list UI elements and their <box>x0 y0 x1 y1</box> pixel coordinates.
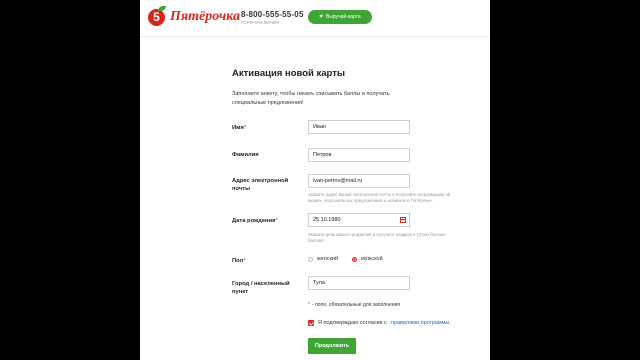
city-label: Город / населенный пункт <box>232 281 290 295</box>
gender-option-male[interactable]: мужской <box>352 256 383 262</box>
site-header: 5 Пятёрочка 8-800-555-55-05 ГОРЯЧАЯ ЛИНИ… <box>140 0 490 37</box>
radio-dot <box>308 256 313 262</box>
page-title: Активация новой карты <box>232 68 345 79</box>
agreement-checkbox[interactable] <box>308 320 314 326</box>
gender-option-female[interactable]: женский <box>308 256 338 262</box>
email-hint: Укажите адрес вашей электронной почты и … <box>308 192 451 203</box>
email-label: Адрес электронной почты <box>232 178 289 192</box>
hotline: 8-800-555-55-05 ГОРЯЧАЯ ЛИНИЯ <box>241 10 304 25</box>
birth-date-value: 25.10.1980 <box>313 217 341 223</box>
logo-letter: 5 <box>153 10 160 24</box>
birth-date-hint: Укажите день вашего рождения и получите … <box>308 232 446 243</box>
gender-option-label: женский <box>317 256 339 262</box>
gender-label-text: Пол <box>232 258 244 264</box>
last-name-input[interactable]: Петров <box>308 148 410 162</box>
calendar-icon[interactable] <box>400 217 406 223</box>
first-name-label: Имя* <box>232 124 307 132</box>
required-note: * - поля, обязательные для заполнения <box>308 302 400 308</box>
first-name-input[interactable]: Иван <box>308 120 410 134</box>
required-mark: * <box>308 302 310 308</box>
program-rules-link[interactable]: правилами программы. <box>391 320 451 326</box>
birth-date-input[interactable]: 25.10.1980 <box>308 213 410 227</box>
card-button[interactable]: ♥ Выручай-карта <box>308 10 372 24</box>
last-name-label: Фамилия <box>232 152 259 158</box>
city-input[interactable]: Тула <box>308 276 410 290</box>
required-mark: * <box>275 218 278 224</box>
form-intro: Заполните анкету, чтобы начать списывать… <box>232 91 390 106</box>
agreement-text: Я подтверждаю согласие с <box>318 320 387 326</box>
logo-text: Пятёрочка <box>170 9 240 24</box>
birth-date-label: Дата рождения* <box>232 217 307 225</box>
hotline-number[interactable]: 8-800-555-55-05 <box>241 10 304 19</box>
heart-icon: ♥ <box>319 14 323 20</box>
first-name-label-text: Имя <box>232 125 244 131</box>
hotline-caption: ГОРЯЧАЯ ЛИНИЯ <box>241 20 280 25</box>
required-note-text: - поля, обязательные для заполнения <box>311 302 400 308</box>
gender-option-label: мужской <box>361 256 383 262</box>
card-button-label: Выручай-карта <box>325 14 361 20</box>
agreement-row: Я подтверждаю согласие с правилами прогр… <box>308 320 451 326</box>
logo-mark: 5 <box>148 9 165 26</box>
required-mark: * <box>243 258 246 264</box>
radio-dot-selected <box>352 256 357 262</box>
continue-button[interactable]: Продолжить <box>308 338 356 354</box>
email-input[interactable]: ivan-petrov@mail.ru <box>308 174 410 188</box>
page: 5 Пятёрочка 8-800-555-55-05 ГОРЯЧАЯ ЛИНИ… <box>140 0 490 360</box>
required-mark: * <box>243 125 247 131</box>
gender-label: Пол* <box>232 257 307 265</box>
birth-date-label-text: Дата рождения <box>232 218 276 224</box>
